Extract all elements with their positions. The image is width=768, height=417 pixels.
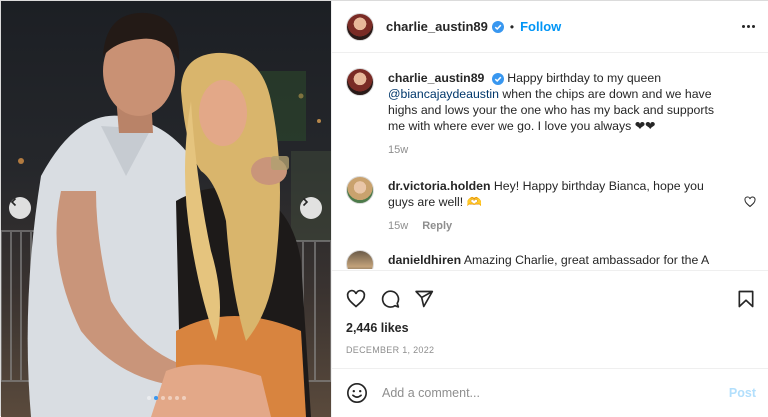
share-icon <box>415 290 434 308</box>
comment-composer: Post <box>332 368 768 417</box>
carousel-next-button[interactable] <box>300 197 322 219</box>
comment-icon <box>381 290 400 308</box>
caption-mention-link[interactable]: @biancajaydeaustin <box>388 87 499 101</box>
heart-icon <box>346 289 366 308</box>
chevron-left-icon <box>10 197 17 207</box>
bookmark-icon <box>738 290 754 308</box>
photo-illustration <box>1 12 331 417</box>
caption-username[interactable]: charlie_austin89 <box>388 71 484 85</box>
comment-button[interactable] <box>380 289 400 309</box>
emoji-icon <box>347 383 367 403</box>
heart-icon[interactable] <box>744 196 756 208</box>
header-separator: • <box>509 19 515 34</box>
carousel-dot <box>174 396 179 400</box>
verified-badge-icon <box>491 72 504 85</box>
post-photo[interactable] <box>1 1 331 417</box>
caption-meta: 15w <box>388 144 730 156</box>
carousel-dot <box>167 396 172 400</box>
comment-meta: 15w Reply <box>388 220 730 232</box>
comment-item: dr.victoria.holden Hey! Happy birthday B… <box>346 162 756 232</box>
author-avatar[interactable] <box>346 68 374 96</box>
save-button[interactable] <box>736 289 756 309</box>
comment-text: danieldhiren Amazing Charlie, great amba… <box>388 236 730 269</box>
post-header: charlie_austin89 • Follow <box>332 1 768 53</box>
comment-timestamp[interactable]: 15w <box>388 220 408 232</box>
carousel-dot <box>181 396 186 400</box>
post-comment-button[interactable]: Post <box>729 386 756 400</box>
commenter-avatar[interactable] <box>346 176 374 204</box>
follow-button[interactable]: Follow <box>520 19 561 34</box>
more-options-icon[interactable] <box>742 25 755 28</box>
carousel-dot <box>146 396 151 400</box>
carousel-dot <box>160 396 165 400</box>
caption-prefix: Happy birthday to my queen <box>507 71 662 85</box>
like-button[interactable] <box>346 289 366 309</box>
comment-item: danieldhiren Amazing Charlie, great amba… <box>346 236 756 269</box>
carousel-dot-active <box>153 396 158 400</box>
verified-badge-icon <box>491 20 504 33</box>
comments-list[interactable]: charlie_austin89 Happy birthday to my qu… <box>332 54 768 269</box>
emoji-button[interactable] <box>346 382 368 404</box>
comment-text: dr.victoria.holden Hey! Happy birthday B… <box>388 162 730 210</box>
commenter-username[interactable]: danieldhiren <box>388 253 461 267</box>
reply-button[interactable]: Reply <box>422 220 452 232</box>
author-avatar[interactable] <box>346 12 374 41</box>
author-username[interactable]: charlie_austin89 <box>386 19 488 34</box>
post-sidebar: charlie_austin89 • Follow charlie_austin… <box>331 1 768 417</box>
likes-count[interactable]: 2,446 likes <box>332 315 768 335</box>
post-actions: 2,446 likes DECEMBER 1, 2022 <box>332 270 768 355</box>
carousel-prev-button[interactable] <box>9 197 31 219</box>
caption: charlie_austin89 Happy birthday to my qu… <box>346 54 756 156</box>
comment-input[interactable] <box>382 386 729 400</box>
chevron-right-icon <box>302 197 309 207</box>
share-button[interactable] <box>414 289 434 309</box>
post-dialog: charlie_austin89 • Follow charlie_austin… <box>0 0 768 417</box>
caption-text: charlie_austin89 Happy birthday to my qu… <box>388 54 730 134</box>
carousel-indicator <box>1 396 331 400</box>
post-date[interactable]: DECEMBER 1, 2022 <box>332 335 768 355</box>
commenter-avatar[interactable] <box>346 250 374 269</box>
caption-timestamp[interactable]: 15w <box>388 144 408 156</box>
commenter-username[interactable]: dr.victoria.holden <box>388 179 491 193</box>
